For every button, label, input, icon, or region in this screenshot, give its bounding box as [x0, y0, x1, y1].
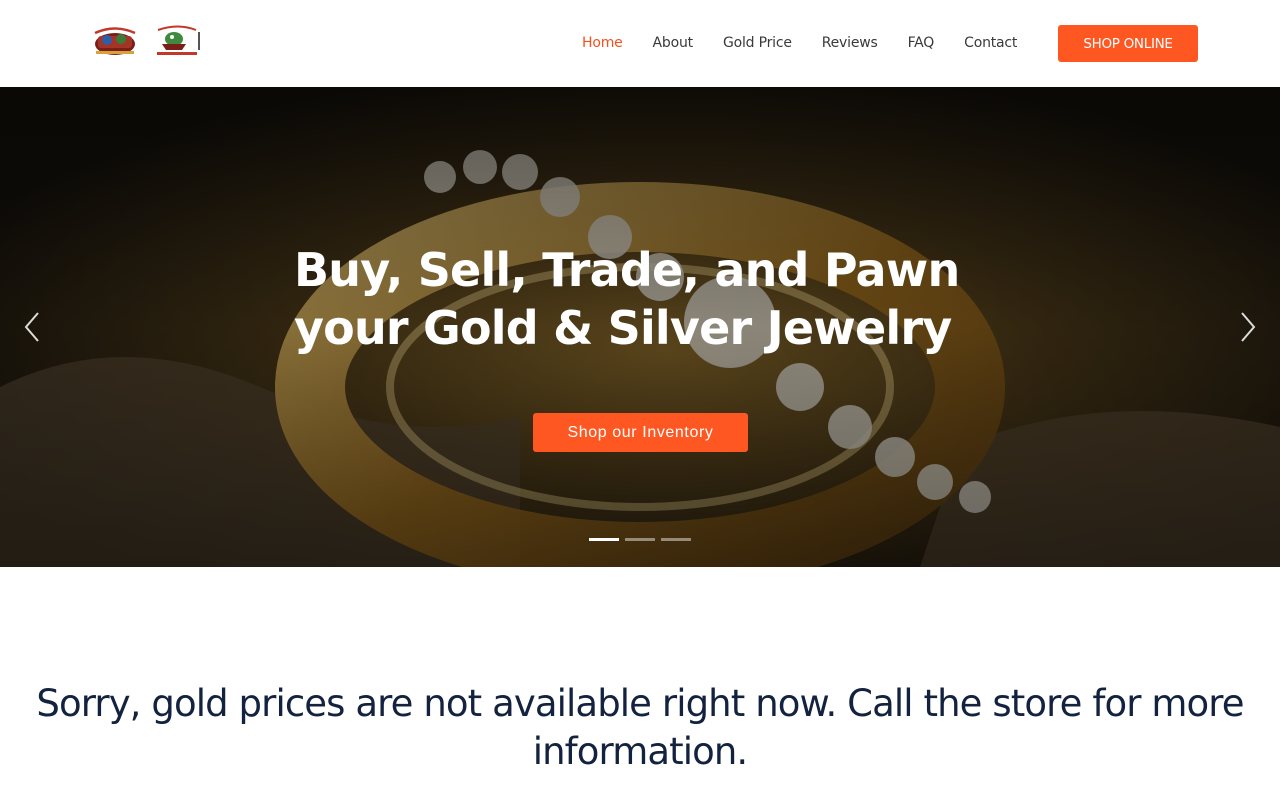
hero-title-line-1: Buy, Sell, Trade, and Pawn	[294, 243, 960, 297]
site-header: Home About Gold Price Reviews FAQ Contac…	[0, 0, 1280, 87]
hero-title-line-2: your Gold & Silver Jewelry	[294, 301, 952, 355]
carousel-indicator-3[interactable]	[661, 538, 691, 541]
carousel-prev-button[interactable]	[18, 309, 48, 345]
gold-price-unavailable-notice: Sorry, gold prices are not available rig…	[36, 682, 1244, 773]
chevron-right-icon	[1241, 312, 1256, 342]
chevron-left-icon	[24, 312, 39, 342]
nav-faq[interactable]: FAQ	[908, 35, 935, 51]
carousel-next-button[interactable]	[1232, 309, 1262, 345]
main-nav: Home About Gold Price Reviews FAQ Contac…	[582, 33, 1017, 53]
shop-inventory-button[interactable]: Shop our Inventory	[533, 413, 748, 452]
hero-carousel: Buy, Sell, Trade, and Pawn your Gold & S…	[0, 87, 1280, 567]
nav-contact[interactable]: Contact	[964, 35, 1017, 51]
nav-about[interactable]: About	[653, 35, 694, 51]
shop-online-button[interactable]: SHOP ONLINE	[1058, 25, 1198, 62]
store-logo-primary[interactable]	[90, 24, 140, 58]
carousel-indicator-2[interactable]	[625, 538, 655, 541]
carousel-indicators	[589, 538, 697, 541]
carousel-indicator-1[interactable]	[589, 538, 619, 541]
nav-reviews[interactable]: Reviews	[822, 35, 878, 51]
hero-title: Buy, Sell, Trade, and Pawn your Gold & S…	[294, 241, 974, 357]
nav-home[interactable]: Home	[582, 35, 623, 51]
pawn-logo[interactable]	[152, 24, 204, 58]
nav-gold-price[interactable]: Gold Price	[723, 35, 792, 51]
